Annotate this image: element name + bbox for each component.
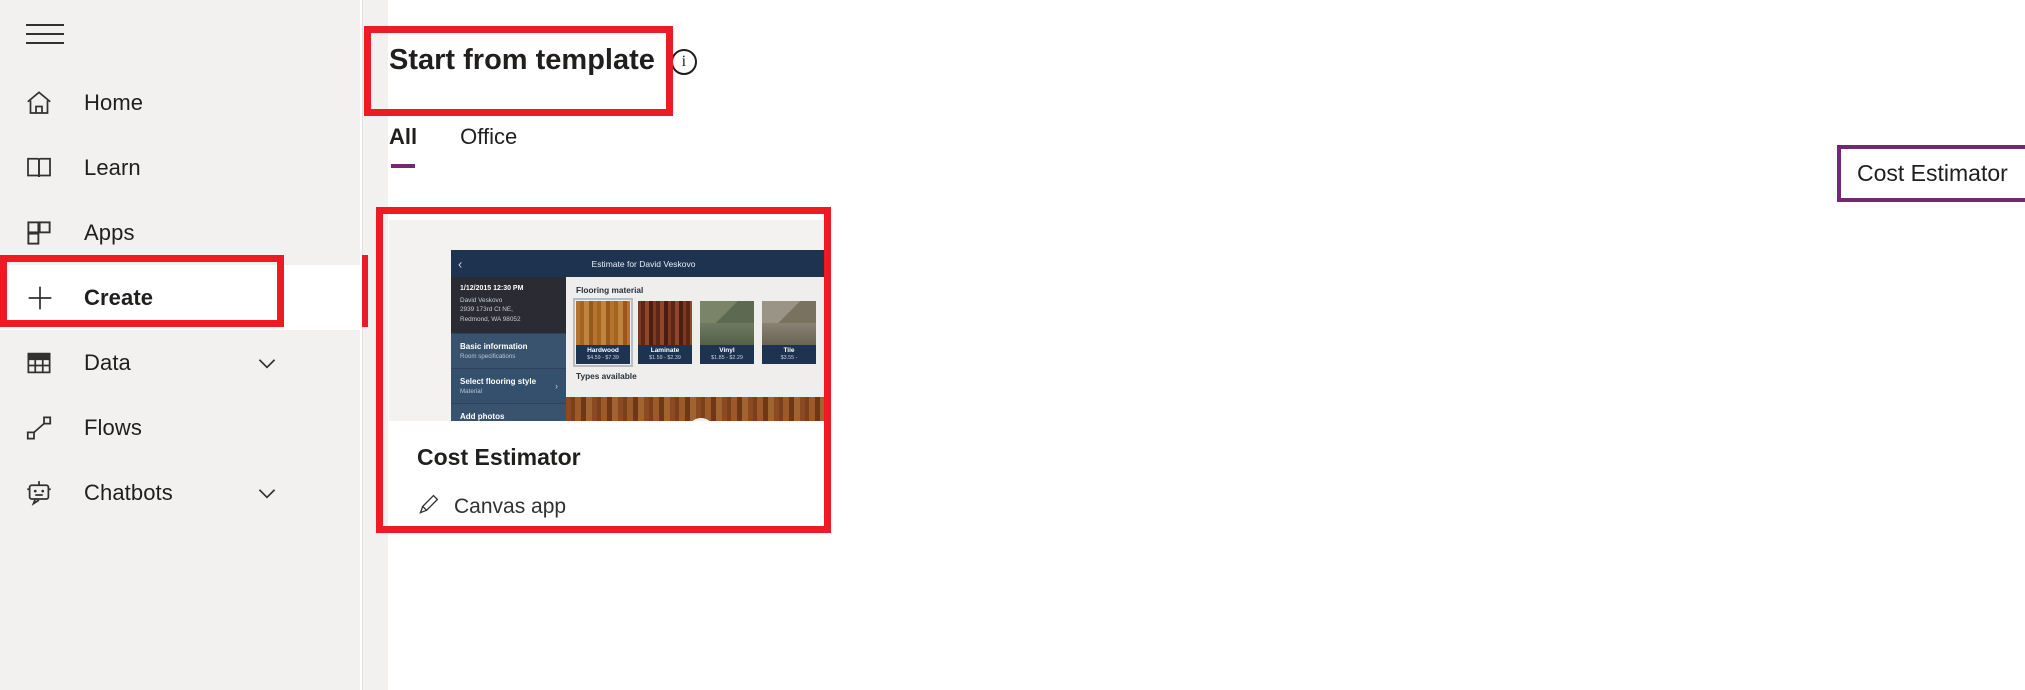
page-title: Start from template (389, 44, 655, 76)
flow-icon (24, 411, 70, 445)
template-search-box[interactable] (1837, 145, 2025, 202)
paintbrush-icon (417, 492, 441, 521)
material-texture (576, 301, 630, 345)
sidebar-item-label: Home (84, 89, 144, 115)
sidebar-item-label: Chatbots (84, 479, 173, 505)
preview-customer-name: David Veskovo (460, 297, 503, 304)
material-name: Hardwood (587, 347, 619, 354)
preview-nav-subtitle: Room specifications (460, 352, 516, 360)
sidebar-item-learn[interactable]: Learn (0, 135, 360, 200)
main-content: Start from template i All Office Cost Es… (364, 0, 2025, 690)
selected-indicator (0, 279, 6, 316)
sidebar-item-create[interactable]: Create (0, 265, 360, 330)
preview-datetime: 1/12/2015 12:30 PM (460, 285, 524, 292)
tab-label: Office (460, 124, 518, 149)
preview-section-label-2: Types available (576, 371, 637, 381)
info-circle-icon[interactable]: i (670, 49, 697, 75)
preview-selected-material: ✓ Bolivian Rosewood $7.39/sq ft (566, 397, 830, 421)
hamburger-menu-button[interactable] (22, 12, 70, 56)
chevron-right-icon: › (555, 380, 558, 391)
tab-label: All (389, 124, 418, 149)
preview-section-label: Flooring material (576, 285, 644, 295)
preview-nav-subtitle: Material (460, 387, 483, 395)
preview-header: ‹ Estimate for David Veskovo (451, 250, 830, 277)
sidebar-item-data[interactable]: Data (0, 330, 360, 395)
material-price: $1.85 - $2.29 (711, 355, 743, 361)
highlight-overlap-create (362, 255, 368, 327)
hamburger-line (26, 24, 64, 26)
robot-icon (24, 476, 70, 510)
material-caption: Tile $3.55 - (762, 345, 816, 364)
home-icon (24, 86, 70, 120)
material-caption: Vinyl $1.85 - $2.29 (700, 345, 754, 364)
material-name: Tile (783, 347, 795, 354)
material-texture (638, 301, 692, 345)
preview-left-rail: 1/12/2015 12:30 PM David Veskovo 2939 17… (451, 277, 566, 421)
search-input[interactable] (1841, 160, 2025, 187)
chevron-down-icon[interactable] (254, 480, 280, 506)
preview-nav-item: Basic information Room specifications (451, 332, 566, 368)
tab-office[interactable]: Office (460, 124, 517, 168)
tab-all[interactable]: All (389, 124, 417, 168)
material-texture (700, 301, 754, 345)
table-icon (24, 346, 70, 380)
template-card-body: Cost Estimator Canvas app (389, 421, 830, 521)
material-swatch: Vinyl $1.85 - $2.29 (700, 301, 754, 364)
material-name: Laminate (650, 347, 680, 354)
template-type-row: Canvas app (417, 492, 830, 521)
chevron-left-icon: ‹ (458, 256, 463, 271)
material-swatch: Tile $3.55 - (762, 301, 816, 364)
preview-header-title: Estimate for David Veskovo (591, 258, 696, 269)
material-swatch: Laminate $1.59 - $2.39 (638, 301, 692, 364)
sidebar-item-apps[interactable]: Apps (0, 200, 360, 265)
template-preview-mock: ‹ Estimate for David Veskovo 1/12/2015 1… (451, 250, 830, 421)
template-card-cost-estimator[interactable]: ‹ Estimate for David Veskovo 1/12/2015 1… (389, 220, 830, 532)
material-caption: Hardwood $4.59 - $7.39 (576, 345, 630, 364)
nav-list: Home Learn Apps Create Data Flows Chatbo… (0, 70, 360, 525)
sidebar-item-label: Apps (84, 219, 135, 245)
page-title-row: Start from template i (389, 44, 697, 77)
hamburger-line (26, 42, 64, 44)
chevron-down-icon[interactable] (254, 350, 280, 376)
preview-nav-item: Select flooring style Material › (451, 367, 566, 403)
template-thumbnail: ‹ Estimate for David Veskovo 1/12/2015 1… (389, 220, 830, 421)
preview-nav-title: Basic information (460, 341, 528, 351)
material-name: Vinyl (719, 347, 735, 354)
plus-icon (24, 281, 70, 315)
sidebar-item-label: Create (84, 284, 154, 310)
preview-material-swatches: Hardwood $4.59 - $7.39 Laminate $1.59 - … (566, 298, 830, 367)
preview-nav-title: Select flooring style (460, 376, 537, 386)
sidebar-item-label: Data (84, 349, 131, 375)
left-navigation-sidebar: Home Learn Apps Create Data Flows Chatbo… (0, 0, 751, 690)
sidebar-item-chatbots[interactable]: Chatbots (0, 460, 360, 525)
app-root: Home Learn Apps Create Data Flows Chatbo… (0, 0, 2025, 690)
book-icon (24, 151, 70, 185)
sidebar-item-home[interactable]: Home (0, 70, 360, 135)
sidebar-item-label: Learn (84, 154, 141, 180)
material-price: $1.59 - $2.39 (649, 355, 681, 361)
preview-customer-meta: 1/12/2015 12:30 PM David Veskovo 2939 17… (451, 277, 566, 333)
preview-nav-title: Add photos (460, 411, 505, 421)
sidebar-item-flows[interactable]: Flows (0, 395, 360, 460)
preview-address-line1: 2939 173rd Ct NE, (460, 306, 513, 314)
template-filter-tabs: All Office (389, 124, 517, 168)
sidebar-scrollbar-track[interactable] (362, 0, 751, 690)
hamburger-line (26, 33, 64, 35)
preview-nav-item: Add photos Capture photos (451, 402, 566, 421)
template-title: Cost Estimator (417, 444, 581, 470)
preview-address-line2: Redmond, WA 98052 (460, 315, 521, 323)
sidebar-item-label: Flows (84, 414, 142, 440)
apps-grid-icon (24, 216, 70, 250)
material-price: $3.55 - (780, 355, 798, 361)
material-caption: Laminate $1.59 - $2.39 (638, 345, 692, 364)
material-price: $4.59 - $7.39 (587, 355, 619, 361)
template-type-label: Canvas app (454, 494, 567, 518)
material-swatch: Hardwood $4.59 - $7.39 (573, 298, 633, 367)
material-texture (762, 301, 816, 345)
